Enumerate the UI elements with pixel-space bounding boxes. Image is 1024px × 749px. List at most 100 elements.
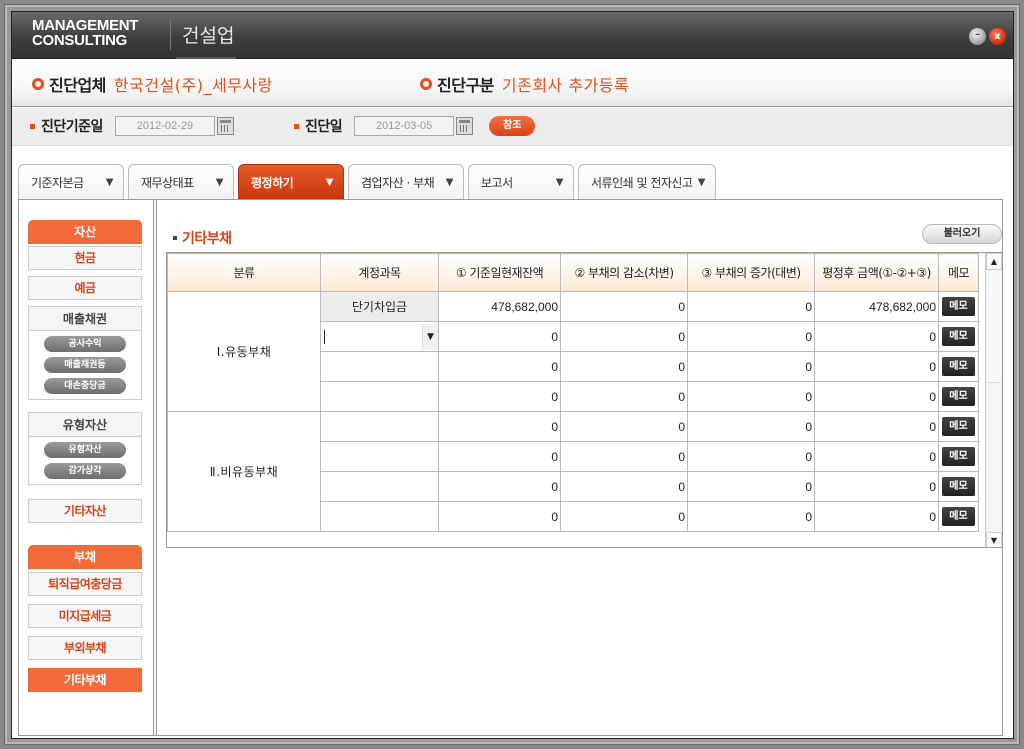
logo-line2: CONSULTING bbox=[32, 32, 128, 49]
decrease-cell[interactable]: 0 bbox=[560, 321, 688, 352]
dropdown-arrow-icon: ▼ bbox=[555, 176, 564, 188]
load-button[interactable]: 불러오기 bbox=[922, 224, 1002, 244]
calendar-icon[interactable] bbox=[216, 117, 234, 135]
increase-cell[interactable]: 0 bbox=[687, 291, 815, 322]
dropdown-arrow-icon[interactable]: ▼ bbox=[422, 323, 438, 350]
reference-button[interactable]: 참조 bbox=[489, 116, 536, 136]
column-header-increase[interactable]: ③ 부채의 증가(대변) bbox=[687, 253, 815, 292]
base-balance-cell[interactable]: 0 bbox=[438, 411, 561, 442]
account-cell[interactable] bbox=[320, 441, 439, 472]
tab-label: 서류인쇄 및 전자신고 bbox=[591, 175, 693, 190]
account-select-input[interactable] bbox=[324, 329, 422, 344]
diagnosis-date-input[interactable]: 2012-03-05 bbox=[354, 116, 455, 136]
column-header-account[interactable]: 계정과목 bbox=[320, 253, 439, 292]
increase-cell[interactable]: 0 bbox=[687, 411, 815, 442]
sidebar-group-receivables: 매출채권 공사수익 매출채권등 대손충당금 bbox=[28, 306, 142, 400]
memo-button[interactable]: 메모 bbox=[942, 447, 975, 466]
memo-button[interactable]: 메모 bbox=[942, 507, 975, 526]
sidebar-item-other-liabilities[interactable]: 기타부채 bbox=[28, 668, 142, 692]
account-cell[interactable] bbox=[320, 351, 439, 382]
column-header-category[interactable]: 분류 bbox=[167, 253, 321, 292]
sidebar-item-retirement-allowance[interactable]: 퇴직급여충당금 bbox=[28, 572, 142, 596]
diagnosis-date-label: 진단일 bbox=[305, 119, 343, 135]
base-balance-cell[interactable]: 0 bbox=[438, 351, 561, 382]
decrease-cell[interactable]: 0 bbox=[560, 471, 688, 502]
column-header-memo[interactable]: 메모 bbox=[938, 253, 979, 292]
memo-button[interactable]: 메모 bbox=[942, 477, 975, 496]
column-header-base-balance[interactable]: ① 기준일현재잔액 bbox=[438, 253, 561, 292]
sidebar-subitem-bad-debt-allowance[interactable]: 대손충당금 bbox=[44, 378, 126, 394]
scroll-down-icon[interactable]: ▼ bbox=[986, 532, 1002, 547]
table-header-row: 분류 계정과목 ① 기준일현재잔액 ② 부채의 감소(차변) ③ 부채의 증가(… bbox=[167, 253, 979, 292]
decrease-cell[interactable]: 0 bbox=[560, 501, 688, 532]
account-select[interactable]: ▼ bbox=[321, 323, 438, 350]
tab-label: 평정하기 bbox=[251, 175, 294, 190]
sidebar-group-title: 유형자산 bbox=[29, 413, 141, 437]
close-icon[interactable]: x bbox=[989, 28, 1006, 45]
tab-report[interactable]: 보고서 ▼ bbox=[468, 164, 574, 199]
increase-cell[interactable]: 0 bbox=[687, 381, 815, 412]
sidebar-item-cash[interactable]: 현금 bbox=[28, 246, 142, 270]
minimize-icon[interactable]: – bbox=[969, 28, 986, 45]
adjusted-amount-cell: 0 bbox=[814, 321, 939, 352]
sidebar-item-unpaid-taxes[interactable]: 미지급세금 bbox=[28, 604, 142, 628]
tab-base-capital[interactable]: 기준자본금 ▼ bbox=[18, 164, 124, 199]
sidebar-subitem-receivables[interactable]: 매출채권등 bbox=[44, 357, 126, 373]
account-cell[interactable] bbox=[320, 471, 439, 502]
account-cell[interactable]: 단기차입금 bbox=[320, 291, 439, 322]
tab-evaluation[interactable]: 평정하기 ▼ bbox=[238, 164, 344, 199]
sidebar-subitem-tangible-assets[interactable]: 유형자산 bbox=[44, 442, 126, 458]
memo-button[interactable]: 메모 bbox=[942, 417, 975, 436]
decrease-cell[interactable]: 0 bbox=[560, 381, 688, 412]
base-date-input[interactable]: 2012-02-29 bbox=[114, 116, 215, 136]
scroll-thumb[interactable] bbox=[987, 271, 1001, 383]
increase-cell[interactable]: 0 bbox=[687, 501, 815, 532]
base-balance-cell[interactable]: 0 bbox=[438, 441, 561, 472]
base-balance-cell[interactable]: 478,682,000 bbox=[438, 291, 561, 322]
memo-button[interactable]: 메모 bbox=[942, 297, 975, 316]
base-balance-cell[interactable]: 0 bbox=[438, 321, 561, 352]
tab-concurrent-assets-liabilities[interactable]: 겸업자산 · 부채 ▼ bbox=[348, 164, 464, 199]
app-window: MANAGEMENT CONSULTING 건설업 – x 진단업체 한국건설(… bbox=[4, 4, 1020, 745]
calendar-icon[interactable] bbox=[456, 117, 474, 135]
ring-bullet-icon bbox=[32, 78, 44, 90]
logo: MANAGEMENT CONSULTING bbox=[32, 18, 138, 48]
account-cell[interactable] bbox=[320, 501, 439, 532]
sidebar-item-off-book-liabilities[interactable]: 부외부채 bbox=[28, 636, 142, 660]
decrease-cell[interactable]: 0 bbox=[560, 411, 688, 442]
column-header-adjusted-amount[interactable]: 평정후 금액(①-②+③) bbox=[814, 253, 939, 292]
section-title: 기타부채 bbox=[173, 228, 232, 248]
account-combo-cell[interactable]: ▼ bbox=[320, 321, 439, 352]
increase-cell[interactable]: 0 bbox=[687, 321, 815, 352]
adjusted-amount-cell: 0 bbox=[814, 441, 939, 472]
square-bullet-icon bbox=[294, 123, 299, 129]
account-cell[interactable] bbox=[320, 381, 439, 412]
scroll-up-icon[interactable]: ▲ bbox=[986, 253, 1002, 270]
tab-print-efiling[interactable]: 서류인쇄 및 전자신고 ▼ bbox=[578, 164, 716, 199]
sidebar-header-assets[interactable]: 자산 bbox=[28, 220, 142, 244]
tab-financial-statement[interactable]: 재무상태표 ▼ bbox=[128, 164, 234, 199]
sidebar-subitem-depreciation[interactable]: 감가상각 bbox=[44, 463, 126, 479]
vertical-scrollbar[interactable]: ▲ ▼ bbox=[985, 253, 1002, 547]
sidebar-subitem-construction-revenue[interactable]: 공사수익 bbox=[44, 336, 126, 352]
column-header-decrease[interactable]: ② 부채의 감소(차변) bbox=[560, 253, 688, 292]
sidebar-item-other-assets[interactable]: 기타자산 bbox=[28, 499, 142, 523]
decrease-cell[interactable]: 0 bbox=[560, 351, 688, 382]
memo-button[interactable]: 메모 bbox=[942, 357, 975, 376]
base-balance-cell[interactable]: 0 bbox=[438, 471, 561, 502]
diagnosis-date-group: 진단일 2012-03-05 참조 bbox=[294, 116, 536, 136]
app-frame: MANAGEMENT CONSULTING 건설업 – x 진단업체 한국건설(… bbox=[11, 11, 1014, 739]
base-balance-cell[interactable]: 0 bbox=[438, 381, 561, 412]
increase-cell[interactable]: 0 bbox=[687, 441, 815, 472]
account-cell[interactable] bbox=[320, 411, 439, 442]
memo-button[interactable]: 메모 bbox=[942, 327, 975, 346]
sidebar-header-liabilities[interactable]: 부채 bbox=[28, 545, 142, 569]
base-balance-cell[interactable]: 0 bbox=[438, 501, 561, 532]
increase-cell[interactable]: 0 bbox=[687, 351, 815, 382]
decrease-cell[interactable]: 0 bbox=[560, 441, 688, 472]
memo-button[interactable]: 메모 bbox=[942, 387, 975, 406]
decrease-cell[interactable]: 0 bbox=[560, 291, 688, 322]
increase-cell[interactable]: 0 bbox=[687, 471, 815, 502]
memo-cell: 메모 bbox=[938, 381, 979, 412]
sidebar-item-deposit[interactable]: 예금 bbox=[28, 276, 142, 300]
